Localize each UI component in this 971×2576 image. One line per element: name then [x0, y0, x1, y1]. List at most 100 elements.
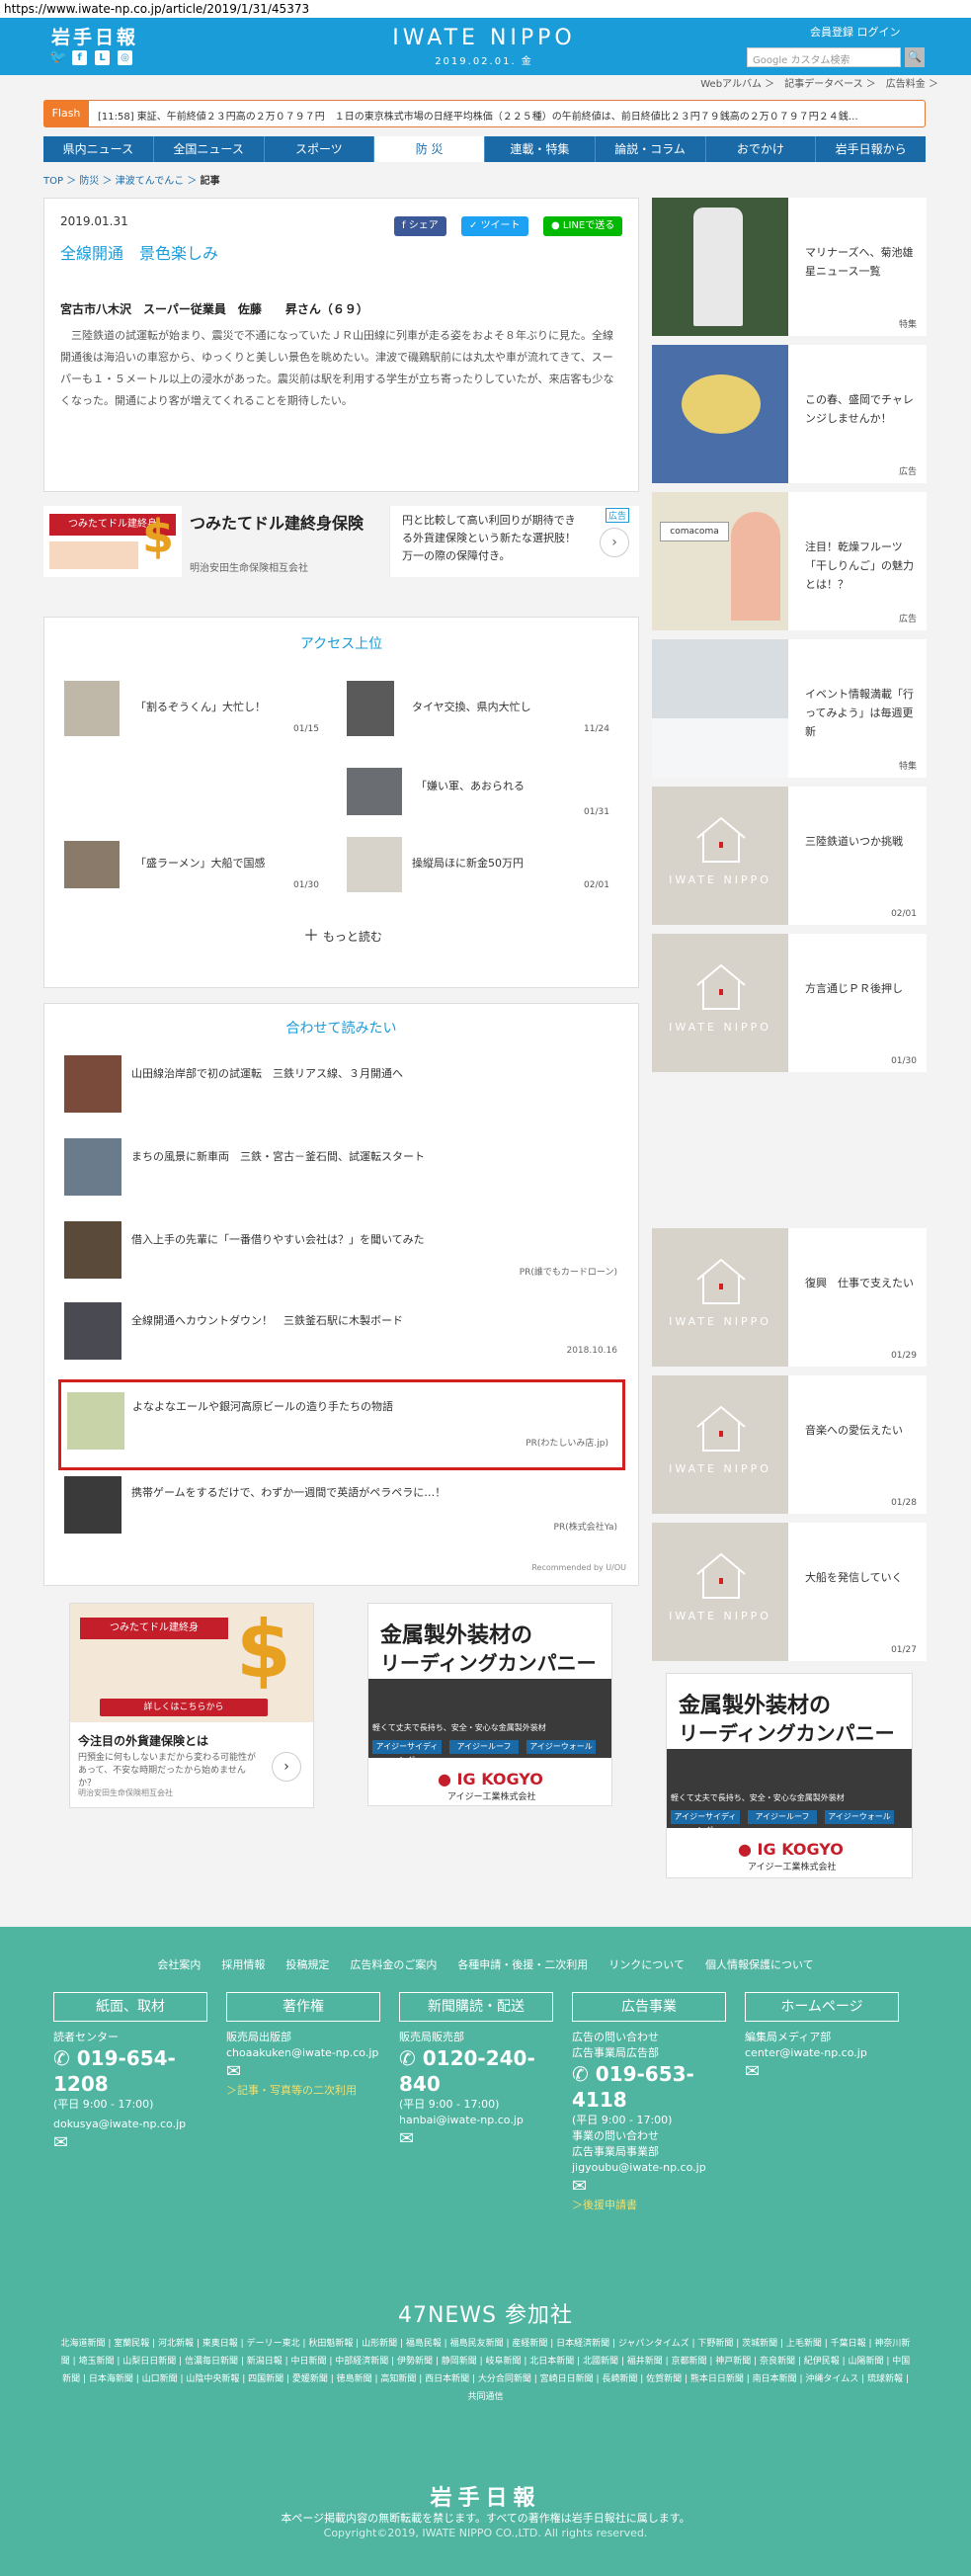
nav-item[interactable]: 連載・特集	[485, 136, 596, 162]
mail-icon[interactable]: ✉	[572, 2176, 740, 2198]
ad-banner[interactable]: つみたてドル建終身 $ つみたてドル建終身保険 明治安田生命保険相互会社 円と比…	[43, 506, 639, 577]
footer-button[interactable]: 新聞購読・配送	[399, 1992, 553, 2022]
47news-papers[interactable]: 北海道新聞 | 室蘭民報 | 河北新報 | 東奥日報 | デーリー東北 | 秋田…	[59, 2335, 912, 2406]
footer-link[interactable]: 会社案内	[157, 1958, 201, 1971]
sidebar-card[interactable]: IWATE NIPPO 大船を発信していく 01/27	[652, 1523, 927, 1661]
phone-number[interactable]: ✆ 0120-240-840	[399, 2045, 567, 2097]
line-share-button[interactable]: ● LINEで送る	[543, 216, 623, 236]
highlighted-related-item[interactable]: よなよなエールや銀河高原ビールの造り手たちの物語 PR(わたしいみ店.jp)	[58, 1379, 625, 1470]
footer-col-readers: 読者センター ✆ 019-654-1208 (平日 9:00 - 17:00) …	[53, 2030, 221, 2154]
col-link[interactable]: ＞記事・写真等の二次利用	[226, 2083, 394, 2099]
ranking-item[interactable]: タイヤ交換、県内大忙し 11/24	[347, 681, 613, 736]
chevron-right-icon[interactable]: ›	[600, 528, 629, 557]
nav-item[interactable]: 県内ニュース	[43, 136, 154, 162]
nav-item[interactable]: おでかけ	[706, 136, 817, 162]
ranking-item[interactable]: 「盛ラーメン」大船で国感 01/30	[64, 837, 331, 892]
ranking-item-title: 「盛ラーメン」大船で国感	[135, 857, 266, 870]
twitter-icon[interactable]: 🐦	[49, 50, 66, 65]
facebook-icon[interactable]: f	[72, 50, 87, 65]
footer-logo[interactable]: 岩手日報	[0, 2480, 971, 2512]
site-logo-en[interactable]: IWATE NIPPO	[385, 26, 583, 50]
related-item[interactable]: 全線開通へカウントダウン！ 三鉄釜石駅に木製ボード 2018.10.16	[64, 1302, 617, 1364]
ad-title[interactable]: つみたてドル建終身保険	[190, 512, 387, 536]
col-mail[interactable]: choaakuken@iwate-np.co.jp	[226, 2045, 394, 2061]
bottom-ad-ig[interactable]: 金属製外装材の リーディングカンパニー 軽くて丈夫で長持ち、安全・安心な金属製外…	[367, 1603, 612, 1806]
nav-item[interactable]: 岩手日報から	[816, 136, 926, 162]
ad-ig-p1: アイジーサイディング	[372, 1740, 442, 1765]
facebook-share-button[interactable]: f シェア	[394, 216, 446, 236]
thumbnail	[347, 768, 402, 815]
sidebar-ad-ig[interactable]: 金属製外装材の リーディングカンパニー 軽くて丈夫で長持ち、安全・安心な金属製外…	[666, 1673, 913, 1878]
footer-button[interactable]: 広告事業	[572, 1992, 726, 2022]
related-item[interactable]: まちの風景に新車両 三鉄・宮古－釜石間、試運転スタート	[64, 1138, 617, 1200]
col-mail[interactable]: jigyoubu@iwate-np.co.jp	[572, 2160, 740, 2176]
sidebar-card-tag: 02/01	[891, 909, 917, 919]
chevron-right-icon[interactable]: ›	[272, 1752, 301, 1782]
footer-link[interactable]: 広告料金のご案内	[350, 1958, 437, 1971]
sidebar-card[interactable]: IWATE NIPPO 音楽への愛伝えたい 01/28	[652, 1375, 927, 1514]
instagram-icon[interactable]: ◎	[118, 50, 132, 65]
iwate-mark: IWATE NIPPO	[669, 1315, 771, 1328]
thumbnail	[64, 1302, 121, 1360]
related-item[interactable]: 携帯ゲームをするだけで、わずか一週間で英語がペラペラに…！ PR(株式会社Ya)	[64, 1476, 617, 1537]
mail-icon[interactable]: ✉	[226, 2061, 394, 2083]
sub-links[interactable]: Webアルバム ＞ 記事データベース ＞ 広告料金 ＞	[682, 75, 938, 90]
nav-item[interactable]: 論説・コラム	[596, 136, 706, 162]
footer-link[interactable]: 投稿規定	[285, 1958, 329, 1971]
breadcrumb-bousai[interactable]: 防災	[79, 176, 99, 187]
nav-item[interactable]: スポーツ	[265, 136, 375, 162]
mail-icon[interactable]: ✉	[745, 2061, 913, 2083]
flash-text[interactable]: [11:58] 東証、午前終値２３円高の２万０７９７円 １日の東京株式市場の日経…	[98, 108, 918, 123]
mail-icon[interactable]: ✉	[399, 2128, 567, 2150]
col-mail[interactable]: center@iwate-np.co.jp	[745, 2045, 913, 2061]
col-mail[interactable]: hanbai@iwate-np.co.jp	[399, 2113, 567, 2128]
nav-item[interactable]: 全国ニュース	[154, 136, 265, 162]
footer-link[interactable]: リンクについて	[608, 1958, 685, 1971]
related-item[interactable]: 借入上手の先輩に「一番借りやすい会社は？」を聞いてみた PR(誰でもカードローン…	[64, 1221, 617, 1283]
ad-logo: つみたてドル建終身 $	[43, 506, 182, 577]
more-link[interactable]: ＋ もっと読む	[303, 922, 382, 946]
thumbnail: comacoma	[652, 492, 788, 630]
url-bar[interactable]: https://www.iwate-np.co.jp/article/2019/…	[0, 0, 971, 18]
footer-link[interactable]: 各種申請・後援・二次利用	[457, 1958, 588, 1971]
sidebar-card[interactable]: この春、盛岡でチャレンジしませんか！ 広告	[652, 345, 927, 483]
breadcrumb-tendenko[interactable]: 津波てんでんこ	[116, 176, 185, 187]
footer-link[interactable]: 採用情報	[221, 1958, 265, 1971]
flash-ticker[interactable]: Flash [11:58] 東証、午前終値２３円高の２万０７９７円 １日の東京株…	[43, 100, 926, 127]
iwate-placeholder-icon: IWATE NIPPO	[652, 1523, 788, 1661]
sidebar-card[interactable]: IWATE NIPPO 方言通じＰＲ後押し 01/30	[652, 934, 927, 1072]
member-links[interactable]: 会員登録 ログイン	[810, 24, 901, 40]
site-logo[interactable]: 岩手日報	[51, 23, 138, 49]
footer-link[interactable]: 個人情報保護について	[705, 1958, 814, 1971]
bottom-ad-insurance[interactable]: つみたてドル建終身 $ 詳しくはこちらから 今注目の外貨建保険とは 円預金に何も…	[69, 1603, 314, 1808]
ranking-item[interactable]: 「嫌い軍、あおられる 01/31	[347, 764, 613, 819]
flash-badge: Flash	[43, 100, 89, 127]
recommended-by: Recommended by U/OU	[531, 1563, 626, 1572]
footer-button[interactable]: 著作権	[226, 1992, 380, 2022]
related-item[interactable]: 山田線治岸部で初の試運転 三鉄リアス線、３月開通へ	[64, 1055, 617, 1117]
sidebar-card[interactable]: イベント情報満載「行ってみよう」は毎週更新 特集	[652, 639, 927, 778]
phone-number[interactable]: ✆ 019-653-4118	[572, 2061, 740, 2113]
nav-item-active[interactable]: 防 災	[374, 136, 485, 162]
sidebar-card[interactable]: comacoma 注目！乾燥フルーツ「干しりんご」の魅力とは！？ 広告	[652, 492, 927, 630]
ranking-item[interactable]: 「割るぞうくん」大忙し！ 01/15	[64, 681, 331, 736]
ad-cta[interactable]: 詳しくはこちらから	[100, 1699, 268, 1716]
footer-button[interactable]: 紙面、取材	[53, 1992, 207, 2022]
twitter-share-button[interactable]: ✓ ツイート	[461, 216, 528, 236]
col-link[interactable]: ＞後援申請書	[572, 2198, 740, 2213]
thumbnail	[652, 198, 788, 336]
phone-number[interactable]: ✆ 019-654-1208	[53, 2045, 221, 2097]
footer-button[interactable]: ホームページ	[745, 1992, 899, 2022]
ad-text: 円預金に何もしないまだから変わる可能性があって、不安な時期だったから始めませんか…	[78, 1753, 257, 1788]
site-header: 岩手日報 🐦 f L ◎ IWATE NIPPO 2019.02.01. 金 会…	[0, 18, 971, 75]
sidebar-card[interactable]: IWATE NIPPO 復興 仕事で支えたい 01/29	[652, 1228, 927, 1367]
mail-icon[interactable]: ✉	[53, 2132, 221, 2154]
search-icon[interactable]: 🔍	[905, 47, 925, 67]
line-icon[interactable]: L	[95, 50, 110, 65]
breadcrumb-top[interactable]: TOP	[43, 176, 63, 187]
sidebar-card[interactable]: IWATE NIPPO 三陸鉄道いつか挑戦 02/01	[652, 787, 927, 925]
search-input[interactable]: Google カスタム検索	[747, 47, 901, 67]
sidebar-card[interactable]: マリナーズへ、菊池雄星ニュース一覧 特集	[652, 198, 927, 336]
ranking-item[interactable]: 操縦局ほに新金50万円 02/01	[347, 837, 613, 892]
col-mail[interactable]: dokusya@iwate-np.co.jp	[53, 2117, 221, 2132]
